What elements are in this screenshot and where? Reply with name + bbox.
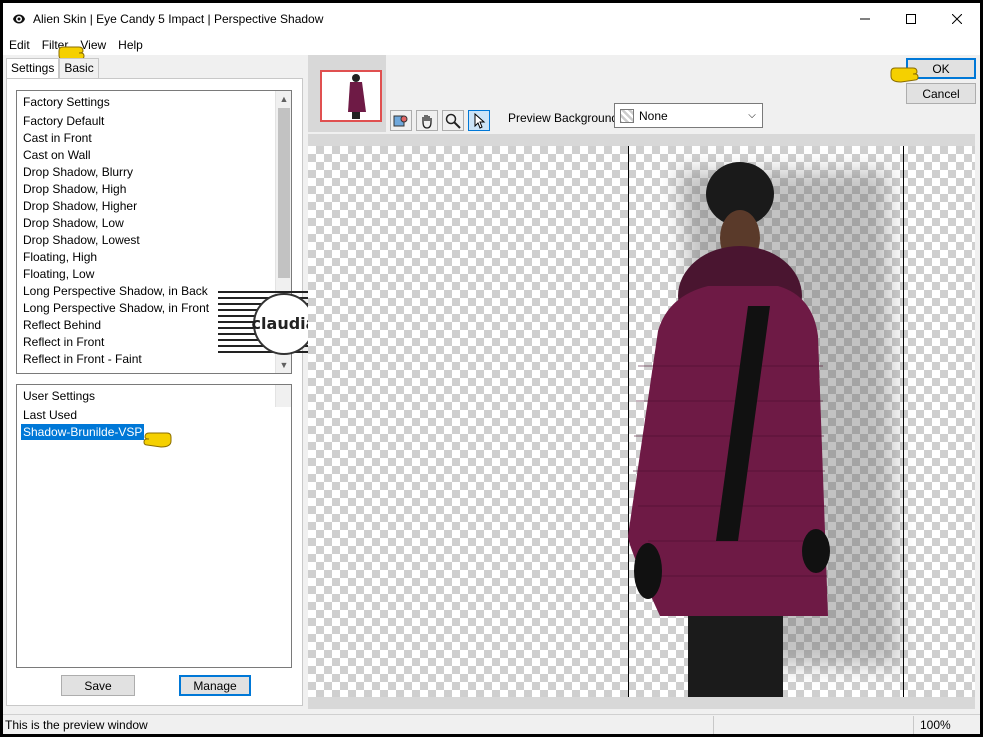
app-eye-icon (13, 14, 25, 24)
list-item[interactable]: Floating, High (17, 249, 291, 266)
preview-background-value: None (639, 108, 668, 123)
user-scrollbar[interactable] (275, 385, 291, 407)
hand-icon (422, 114, 432, 129)
pointer-icon (474, 112, 486, 129)
save-button[interactable]: Save (61, 675, 135, 696)
menu-bar: Edit Filter View Help (3, 35, 980, 55)
minimize-button[interactable] (842, 3, 888, 35)
list-item[interactable]: Cast on Wall (17, 147, 291, 164)
navigator-button[interactable] (390, 110, 412, 131)
list-item[interactable]: Last Used (17, 407, 291, 424)
user-settings-header: User Settings (23, 389, 96, 403)
list-item[interactable]: Factory Default (17, 113, 291, 130)
status-bar: This is the preview window 100% (3, 714, 980, 734)
zoom-level: 100% (913, 715, 963, 734)
list-item[interactable]: Drop Shadow, Lowest (17, 232, 291, 249)
scroll-thumb[interactable] (278, 108, 290, 278)
preview-background-label: Preview Background: (508, 111, 622, 125)
preview-background-select[interactable]: None ⌵ (614, 103, 763, 128)
maximize-button[interactable] (888, 3, 934, 35)
user-settings-list[interactable]: User Settings Last Used Shadow-Brunilde-… (16, 384, 292, 668)
menu-help[interactable]: Help (112, 38, 149, 52)
tab-settings[interactable]: Settings (6, 58, 60, 78)
navigator-thumbnail-strip (308, 55, 386, 132)
selected-item-label: Shadow-Brunilde-VSP (21, 424, 145, 440)
zoom-button[interactable] (442, 110, 464, 131)
scroll-up-icon[interactable]: ▲ (276, 91, 291, 107)
zoom-icon (445, 113, 461, 129)
hand-button[interactable] (416, 110, 438, 131)
list-item[interactable]: Drop Shadow, Higher (17, 198, 291, 215)
list-item[interactable]: Drop Shadow, High (17, 181, 291, 198)
status-cell-empty (713, 715, 913, 734)
settings-panel: Factory Settings Factory Default Cast in… (6, 78, 303, 706)
minimize-icon (860, 18, 870, 20)
navigator-icon (393, 115, 408, 126)
preview-toolbar (390, 110, 490, 131)
close-button[interactable] (934, 3, 980, 35)
preview-window[interactable] (308, 134, 975, 709)
pointing-hand-icon (890, 67, 919, 83)
window-title: Alien Skin | Eye Candy 5 Impact | Perspe… (33, 12, 324, 26)
chevron-down-icon: ⌵ (748, 110, 756, 121)
navigator-thumbnail[interactable] (320, 70, 382, 122)
thumbnail-figure (348, 74, 366, 119)
svg-text:claudia: claudia (252, 314, 317, 333)
list-item[interactable]: Floating, Low (17, 266, 291, 283)
preview-canvas[interactable] (308, 146, 975, 697)
status-message: This is the preview window (5, 717, 148, 732)
maximize-icon (906, 14, 916, 24)
list-item[interactable]: Drop Shadow, Blurry (17, 164, 291, 181)
manage-button[interactable]: Manage (179, 675, 251, 696)
factory-settings-header: Factory Settings (23, 95, 110, 109)
cancel-button[interactable]: Cancel (906, 83, 976, 104)
settings-tabs: Settings Basic (6, 58, 99, 78)
tab-basic[interactable]: Basic (59, 58, 99, 78)
pointer-button[interactable] (468, 110, 490, 131)
preview-figure (628, 162, 898, 697)
title-bar: Alien Skin | Eye Candy 5 Impact | Perspe… (3, 3, 980, 35)
pointing-hand-icon (143, 432, 172, 448)
transparent-swatch-icon (620, 108, 634, 123)
menu-edit[interactable]: Edit (3, 38, 36, 52)
list-item[interactable]: Drop Shadow, Low (17, 215, 291, 232)
app-window: Alien Skin | Eye Candy 5 Impact | Perspe… (3, 3, 980, 734)
close-icon (952, 14, 962, 24)
list-item[interactable]: Cast in Front (17, 130, 291, 147)
